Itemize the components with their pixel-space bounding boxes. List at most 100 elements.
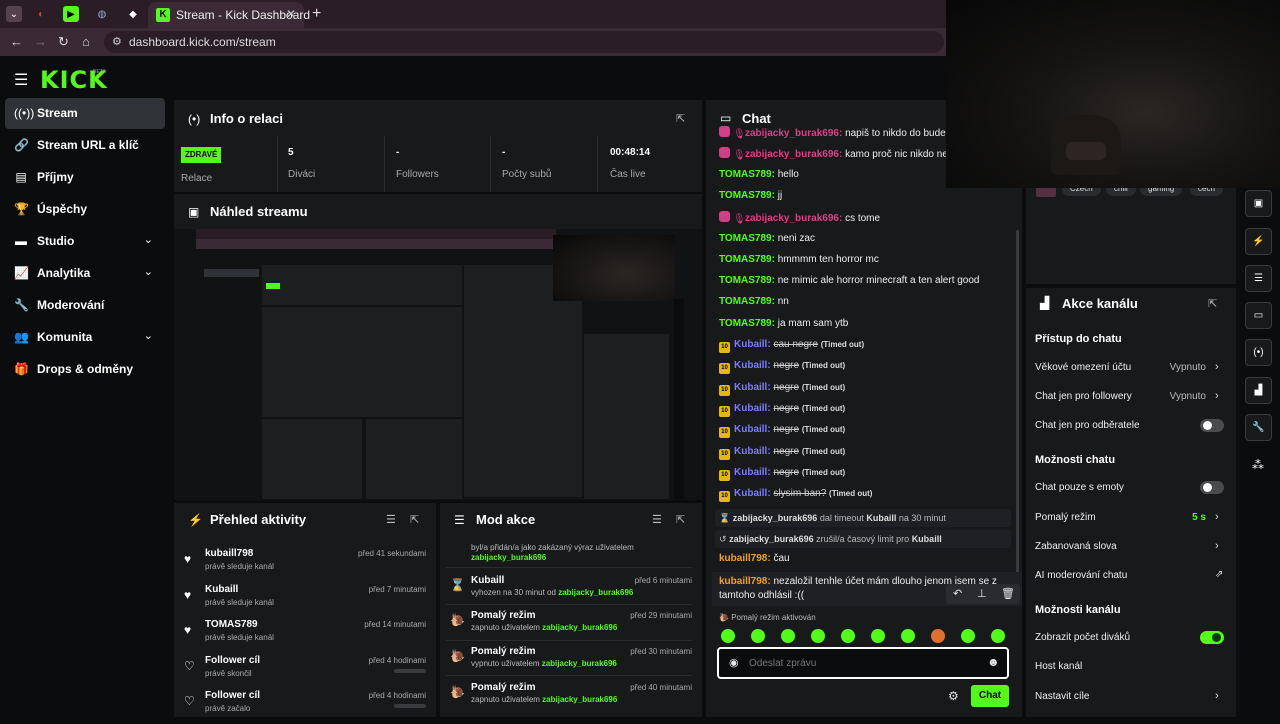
emote-only-toggle[interactable] bbox=[1200, 481, 1224, 494]
sidebar-item-drops[interactable]: 🎁 Drops & odměny bbox=[5, 354, 165, 385]
external-link-icon[interactable]: ⇗ bbox=[1215, 569, 1223, 580]
chevron-right-icon[interactable]: › bbox=[1215, 390, 1219, 402]
setting-banned-label[interactable]: Zabanovaná slova bbox=[1035, 541, 1117, 552]
chat-username[interactable]: Kubaill bbox=[734, 360, 767, 371]
emote-icon[interactable] bbox=[901, 629, 915, 643]
emote-icon[interactable] bbox=[751, 629, 765, 643]
mod-user[interactable]: zabijacky_burak696 bbox=[558, 588, 633, 597]
pinned-tab-3[interactable]: ◍ bbox=[94, 6, 110, 22]
chat-username[interactable]: Kubaill bbox=[734, 446, 767, 457]
stream-preview-video[interactable] bbox=[174, 229, 702, 500]
chevron-right-icon[interactable]: › bbox=[1215, 361, 1219, 373]
chat-settings-icon[interactable]: ⚙ bbox=[948, 689, 959, 703]
mod-user[interactable]: zabijacky_burak696 bbox=[542, 659, 617, 668]
chat-username[interactable]: TOMAS789 bbox=[719, 169, 772, 180]
mod-partial-user[interactable]: zabijacky_burak696 bbox=[471, 553, 546, 562]
filter-icon[interactable]: ☰ bbox=[386, 513, 396, 526]
sys-target[interactable]: Kubaill bbox=[866, 513, 896, 523]
setting-slow-label[interactable]: Pomalý režim bbox=[1035, 512, 1096, 523]
emote-icon[interactable] bbox=[961, 629, 975, 643]
emote-icon[interactable] bbox=[931, 629, 945, 643]
rail-plugin-icon[interactable]: ⁂ bbox=[1252, 458, 1264, 472]
rail-actions-icon[interactable]: ▟ bbox=[1245, 377, 1272, 404]
site-info-icon[interactable]: ⚙ bbox=[112, 35, 122, 48]
filter-icon[interactable]: ☰ bbox=[652, 513, 662, 526]
emote-icon[interactable] bbox=[991, 629, 1005, 643]
new-tab-icon[interactable]: + bbox=[312, 5, 321, 23]
delete-icon[interactable]: 🗑 bbox=[1001, 587, 1015, 600]
sidebar-item-achievements[interactable]: 🏆 Úspěchy bbox=[5, 194, 165, 225]
sys-actor[interactable]: zabijacky_burak696 bbox=[733, 513, 818, 523]
sidebar-item-stream[interactable]: ((•)) Stream bbox=[5, 98, 165, 129]
chat-username[interactable]: TOMAS789 bbox=[719, 190, 772, 201]
chat-scrollbar[interactable] bbox=[1016, 230, 1019, 590]
chevron-right-icon[interactable]: › bbox=[1215, 511, 1219, 523]
sidebar-item-studio[interactable]: ▬ Studio ⌄ bbox=[5, 226, 165, 257]
popout-icon[interactable]: ⇱ bbox=[410, 513, 419, 526]
undo-icon[interactable]: ↶ bbox=[953, 587, 962, 600]
pinned-tab-1[interactable]: ◖ bbox=[32, 6, 48, 22]
chat-username[interactable]: TOMAS789 bbox=[719, 296, 772, 307]
sidebar-item-community[interactable]: 👥 Komunita ⌄ bbox=[5, 322, 165, 353]
chat-username[interactable]: zabijacky_burak696 bbox=[745, 213, 839, 224]
popout-icon[interactable]: ⇱ bbox=[676, 112, 685, 125]
chat-send-button[interactable]: Chat bbox=[971, 685, 1009, 707]
setting-host-label[interactable]: Host kanál bbox=[1035, 661, 1082, 672]
chat-username[interactable]: TOMAS789 bbox=[719, 233, 772, 244]
chat-username[interactable]: kubaill798 bbox=[719, 553, 767, 564]
show-viewers-toggle[interactable] bbox=[1200, 631, 1224, 644]
chat-username[interactable]: Kubaill bbox=[734, 339, 767, 350]
sidebar-item-stream-url[interactable]: 🔗 Stream URL a klíč bbox=[5, 130, 165, 161]
home-icon[interactable]: ⌂ bbox=[82, 34, 90, 49]
setting-age-label[interactable]: Věkové omezení účtu bbox=[1035, 362, 1131, 373]
url-field[interactable]: ⚙ dashboard.kick.com/stream bbox=[104, 31, 944, 53]
chat-input[interactable] bbox=[749, 654, 969, 672]
rail-wrench-icon[interactable]: 🔧 bbox=[1245, 414, 1272, 441]
mod-user[interactable]: zabijacky_burak696 bbox=[542, 695, 617, 704]
chat-username[interactable]: TOMAS789 bbox=[719, 254, 772, 265]
sidebar-item-revenue[interactable]: ▤ Příjmy bbox=[5, 162, 165, 193]
chevron-right-icon[interactable]: › bbox=[1215, 540, 1219, 552]
close-tab-icon[interactable]: ✕ bbox=[286, 7, 296, 21]
back-icon[interactable]: ← bbox=[10, 34, 23, 49]
pinned-tab-2[interactable]: ▶ bbox=[63, 6, 79, 22]
emote-icon[interactable] bbox=[841, 629, 855, 643]
popout-icon[interactable]: ⇱ bbox=[1208, 297, 1217, 310]
emote-icon[interactable] bbox=[871, 629, 885, 643]
menu-icon[interactable]: ☰ bbox=[14, 70, 28, 90]
rail-preview-icon[interactable]: ▣ bbox=[1245, 190, 1272, 217]
mod-user[interactable]: zabijacky_burak696 bbox=[542, 623, 617, 632]
chevron-right-icon[interactable]: › bbox=[1215, 690, 1219, 702]
chat-username[interactable]: TOMAS789 bbox=[719, 318, 772, 329]
emote-icon[interactable] bbox=[811, 629, 825, 643]
sys-actor[interactable]: zabijacky_burak696 bbox=[729, 534, 814, 544]
rail-list-icon[interactable]: ☰ bbox=[1245, 265, 1272, 292]
rail-broadcast-icon[interactable]: (•) bbox=[1245, 339, 1272, 366]
emote-icon[interactable] bbox=[781, 629, 795, 643]
chat-username[interactable]: Kubaill bbox=[734, 467, 767, 478]
chat-username[interactable]: zabijacky_burak696 bbox=[745, 128, 839, 139]
pinned-tab-4[interactable]: ◆ bbox=[125, 6, 141, 22]
emote-icon[interactable] bbox=[721, 629, 735, 643]
sys-target[interactable]: Kubaill bbox=[912, 534, 942, 544]
chat-username[interactable]: Kubaill bbox=[734, 488, 767, 499]
setting-goals-label[interactable]: Nastavit cíle bbox=[1035, 691, 1089, 702]
subs-only-toggle[interactable] bbox=[1200, 419, 1224, 432]
setting-followers-label[interactable]: Chat jen pro followery bbox=[1035, 391, 1132, 402]
sidebar-item-analytics[interactable]: 📈 Analytika ⌄ bbox=[5, 258, 165, 289]
chat-username[interactable]: kubaill798 bbox=[719, 576, 767, 587]
forward-icon[interactable]: → bbox=[34, 34, 47, 49]
sidebar-item-moderation[interactable]: 🔧 Moderování bbox=[5, 290, 165, 321]
rail-chat-icon[interactable]: ▭ bbox=[1245, 302, 1272, 329]
popout-icon[interactable]: ⇱ bbox=[676, 513, 685, 526]
setting-ai-label[interactable]: AI moderování chatu bbox=[1035, 570, 1127, 581]
chat-username[interactable]: zabijacky_burak696 bbox=[745, 149, 839, 160]
emoji-icon[interactable]: ☻ bbox=[987, 655, 1000, 669]
pin-icon[interactable]: ⊥ bbox=[977, 587, 987, 600]
chat-username[interactable]: TOMAS789 bbox=[719, 275, 772, 286]
chat-username[interactable]: Kubaill bbox=[734, 424, 767, 435]
rail-bolt-icon[interactable]: ⚡ bbox=[1245, 228, 1272, 255]
active-tab[interactable]: K Stream - Kick Dashboard ✕ bbox=[148, 2, 310, 28]
chat-username[interactable]: Kubaill bbox=[734, 382, 767, 393]
reload-icon[interactable]: ↻ bbox=[58, 34, 69, 50]
